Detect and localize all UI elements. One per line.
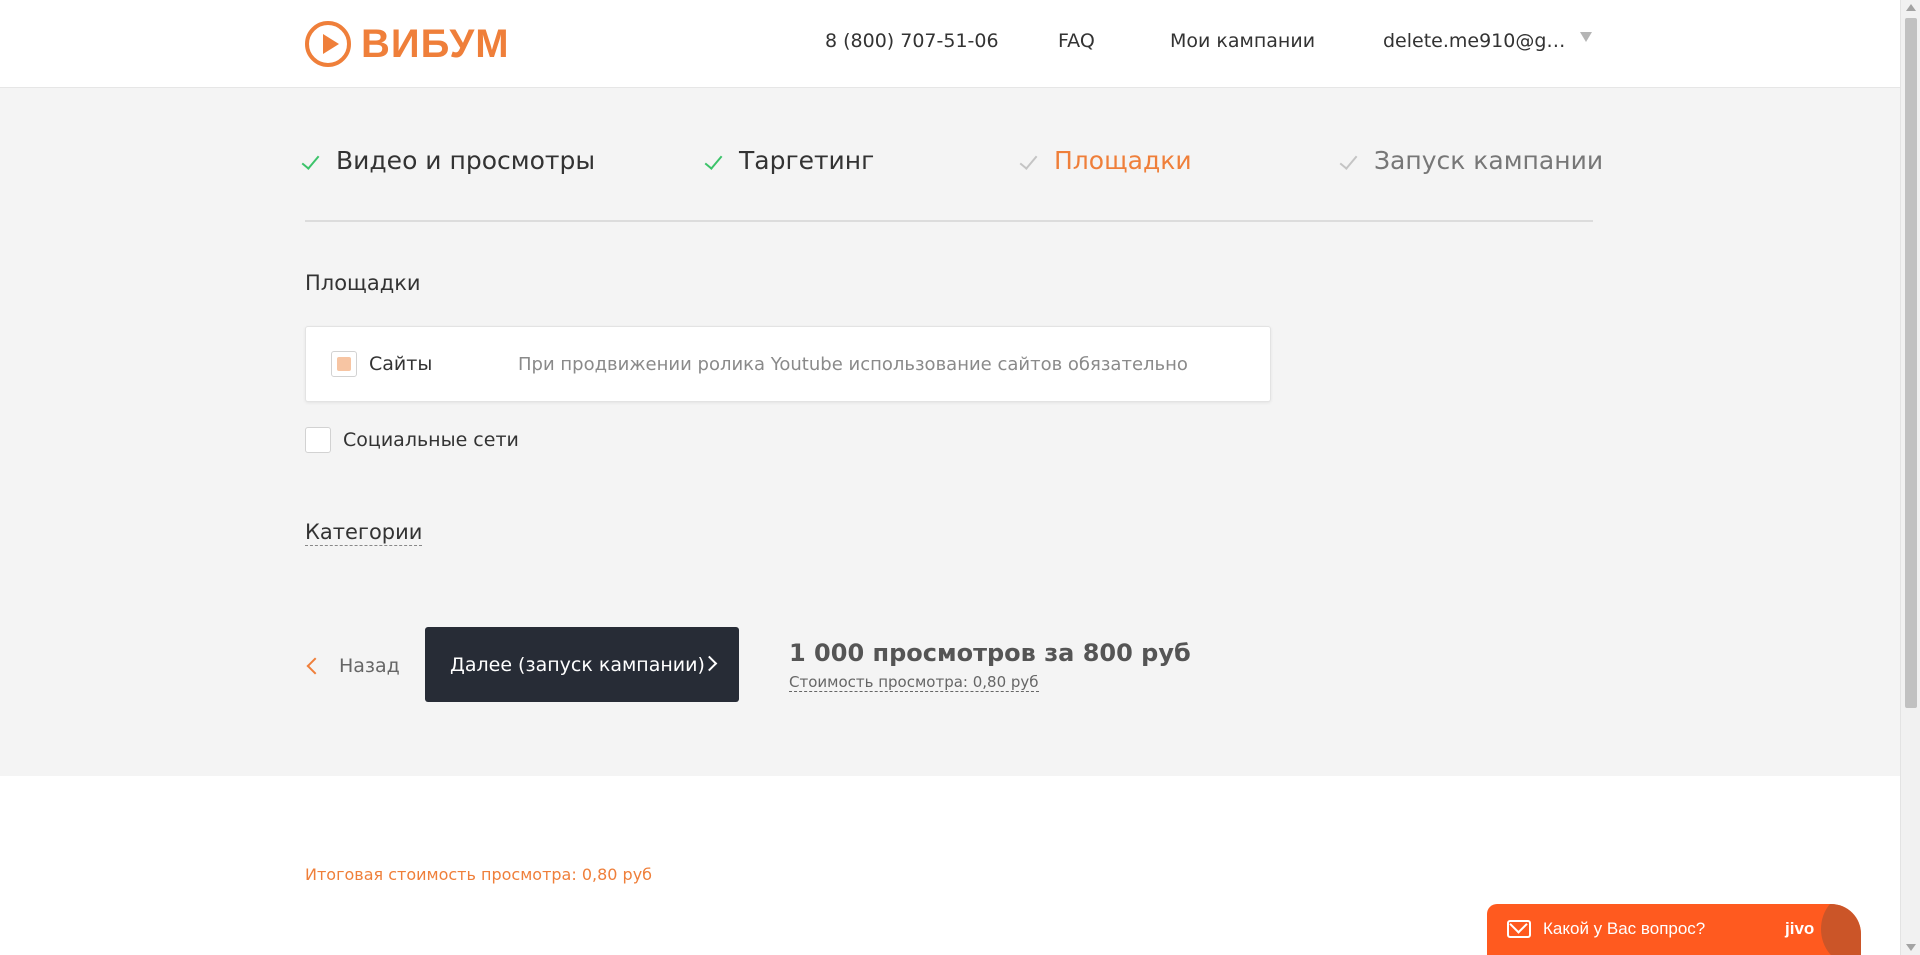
scroll-down-icon[interactable] [1906,944,1916,951]
chevron-left-icon [306,657,324,675]
sites-note: При продвижении ролика Youtube использов… [518,354,1188,375]
sites-label[interactable]: Сайты [369,353,432,375]
vibum-logo[interactable]: ВИБУМ [305,20,510,68]
next-launch-button[interactable]: Далее (запуск кампании) [425,627,739,702]
step-platforms[interactable]: Площадки [1022,146,1192,175]
social-checkbox[interactable] [305,427,331,453]
faq-link[interactable]: FAQ [1058,30,1095,52]
play-icon [305,21,351,67]
check-icon [1342,154,1362,168]
chat-decoration [1821,904,1861,955]
step-label: Видео и просмотры [336,146,596,175]
check-icon [304,154,324,168]
price-summary: 1 000 просмотров за 800 руб [789,639,1191,667]
scroll-up-icon[interactable] [1906,4,1916,11]
check-icon [1022,154,1042,168]
my-campaigns-link[interactable]: Мои кампании [1170,30,1315,52]
envelope-icon [1507,920,1531,938]
sites-option-card: Сайты При продвижении ролика Youtube исп… [305,326,1271,402]
step-label: Запуск кампании [1374,146,1604,175]
check-icon [707,154,727,168]
main-content: Видео и просмотры Таргетинг Площадки Зап… [0,88,1900,776]
scroll-thumb[interactable] [1905,18,1917,708]
back-button[interactable]: Назад [305,655,400,677]
total-price: Итоговая стоимость просмотра: 0,80 руб [305,865,653,884]
logo-text: ВИБУМ [361,21,510,66]
user-menu[interactable]: delete.me910@gm... [1383,30,1575,52]
steps-divider [305,220,1593,222]
social-label[interactable]: Социальные сети [343,429,519,451]
phone-link[interactable]: 8 (800) 707-51-06 [825,30,999,52]
categories-toggle[interactable]: Категории [305,520,423,546]
scrollbar[interactable] [1900,0,1920,955]
chat-label: Какой у Вас вопрос? [1543,919,1706,938]
step-label: Площадки [1054,146,1192,175]
price-per-view[interactable]: Стоимость просмотра: 0,80 руб [789,673,1039,692]
chat-widget[interactable]: Какой у Вас вопрос? jivo [1487,904,1861,955]
platforms-title: Площадки [305,271,421,295]
step-label: Таргетинг [739,146,875,175]
next-label: Далее (запуск кампании) [450,653,705,676]
sites-checkbox[interactable] [331,351,357,377]
step-video[interactable]: Видео и просмотры [304,146,595,175]
top-header: ВИБУМ 8 (800) 707-51-06 FAQ Мои кампании… [0,0,1900,88]
back-label: Назад [339,655,400,677]
chevron-down-icon[interactable] [1580,32,1592,42]
jivo-logo: jivo [1785,919,1815,938]
step-targeting[interactable]: Таргетинг [707,146,874,175]
step-launch[interactable]: Запуск кампании [1342,146,1603,175]
